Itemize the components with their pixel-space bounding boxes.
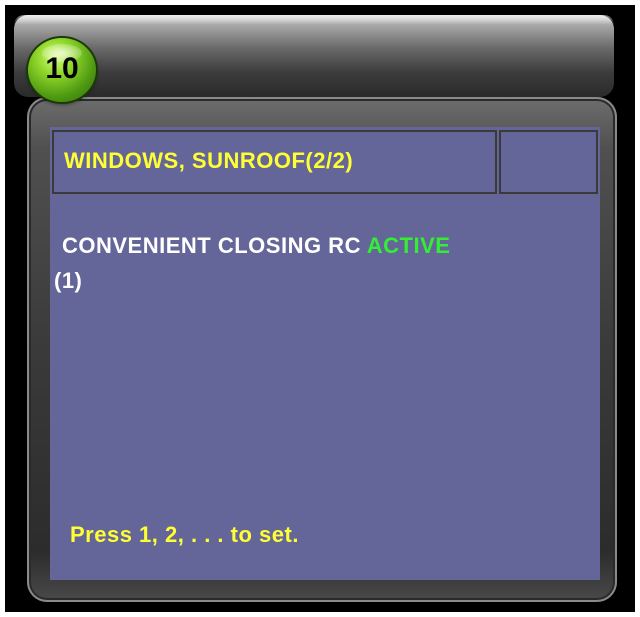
page-number-badge: 10 (28, 38, 96, 102)
page-number: 10 (45, 52, 79, 85)
instruction-hint: Press 1, 2, . . . to set. (70, 522, 299, 547)
title-side-cell (499, 130, 598, 194)
setting-index: (1) (54, 268, 83, 293)
setting-status: ACTIVE (366, 233, 451, 258)
top-bezel-bar (14, 15, 614, 97)
screen-display (50, 127, 600, 580)
setting-label: CONVENIENT CLOSING RC (62, 233, 361, 258)
screen-title: WINDOWS, SUNROOF(2/2) (64, 148, 354, 173)
setting-row[interactable]: CONVENIENT CLOSING RC ACTIVE (62, 233, 450, 259)
